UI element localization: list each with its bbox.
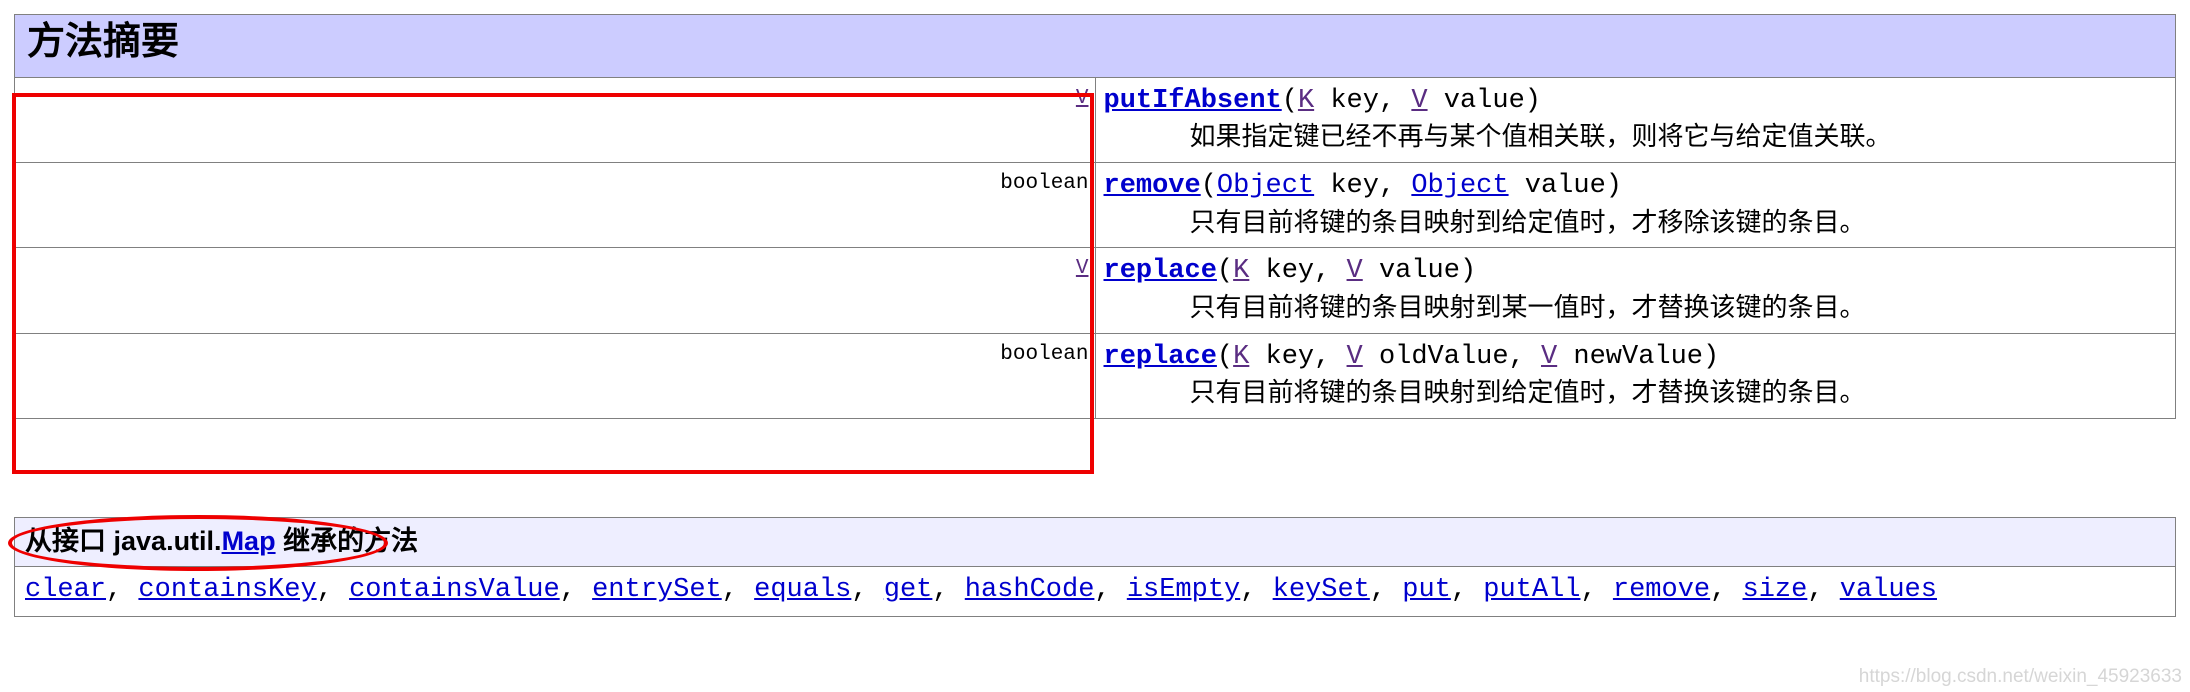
method-description: 只有目前将键的条目映射到某一值时，才替换该键的条目。 [1189, 291, 1866, 322]
inherited-header-suffix: 继承的方法 [275, 526, 419, 556]
inherited-method-link[interactable]: containsValue [349, 575, 560, 605]
inherited-header-map-link[interactable]: Map [222, 526, 276, 556]
param-type-link[interactable]: Object [1217, 171, 1314, 201]
method-return-type-cell: boolean [15, 162, 1096, 249]
method-signature-cell: remove(Object key, Object value) 只有目前将键的条… [1095, 162, 2175, 249]
signature-text: ( [1200, 171, 1217, 202]
method-name-link[interactable]: replace [1104, 256, 1217, 286]
method-signature-cell: replace(K key, V oldValue, V newValue) 只有… [1095, 333, 2175, 418]
list-separator: , [1710, 575, 1743, 606]
method-description: 只有目前将键的条目映射到给定值时，才替换该键的条目。 [1189, 377, 1866, 408]
generic-param-link[interactable]: V [1347, 342, 1363, 372]
signature-text: ( [1216, 256, 1234, 287]
inherited-header-package: java.util. [113, 526, 222, 556]
inherited-method-link[interactable]: entrySet [592, 575, 722, 605]
signature-text: value) [1362, 256, 1477, 287]
method-signature-line: replace(K key, V oldValue, V newValue) [1104, 340, 2170, 375]
list-separator: , [851, 575, 884, 606]
method-description: 如果指定键已经不再与某个值相关联，则将它与给定值关联。 [1189, 121, 1892, 152]
generic-param-link[interactable]: V [1347, 256, 1363, 286]
return-type-link[interactable]: V [1076, 87, 1089, 110]
generic-param-link[interactable]: V [1541, 342, 1557, 372]
signature-text: value) [1508, 171, 1622, 202]
list-separator: , [559, 575, 593, 606]
method-signature-cell: replace(K key, V value) 只有目前将键的条目映射到某一值时，… [1095, 247, 2175, 334]
method-signature-line: replace(K key, V value) [1104, 254, 2170, 289]
list-separator: , [932, 575, 965, 606]
method-summary-row: VputIfAbsent(K key, V value) 如果指定键已经不再与某个… [15, 77, 2175, 164]
list-separator: , [316, 575, 350, 606]
list-separator: , [106, 575, 139, 606]
inherited-methods-block: 从接口 java.util.Map 继承的方法 clear, containsK… [14, 517, 2176, 617]
method-name-link[interactable]: putIfAbsent [1104, 86, 1282, 116]
inherited-method-link[interactable]: get [884, 575, 933, 605]
method-return-type-cell: V [15, 77, 1096, 164]
list-separator: , [1807, 575, 1840, 606]
inherited-method-link[interactable]: put [1402, 575, 1451, 605]
method-summary-header-cell: 方法摘要 [15, 15, 2175, 78]
signature-text: key, [1249, 341, 1347, 372]
inherited-methods-header: 从接口 java.util.Map 继承的方法 [15, 518, 2175, 568]
generic-param-link[interactable]: K [1233, 256, 1249, 286]
method-summary-row: Vreplace(K key, V value) 只有目前将键的条目映射到某一值时… [15, 247, 2175, 334]
inherited-methods-list: clear, containsKey, containsValue, entry… [15, 567, 2175, 616]
method-name-link[interactable]: replace [1104, 342, 1217, 372]
list-separator: , [1450, 575, 1484, 606]
method-signature-line: remove(Object key, Object value) [1104, 169, 2170, 204]
return-type-text: boolean [1000, 172, 1089, 196]
list-separator: , [1094, 575, 1127, 606]
method-summary-row: boolean remove(Object key, Object value) 只… [15, 162, 2175, 249]
list-separator: , [721, 575, 755, 606]
method-summary-header-row: 方法摘要 [15, 15, 2175, 78]
return-type-link[interactable]: V [1076, 257, 1089, 280]
generic-param-link[interactable]: K [1233, 342, 1249, 372]
signature-text: value) [1427, 85, 1541, 116]
method-summary-title: 方法摘要 [27, 21, 180, 63]
method-summary-row: boolean replace(K key, V oldValue, V newV… [15, 333, 2175, 419]
method-return-type-cell: boolean [15, 333, 1096, 419]
inherited-header-prefix: 从接口 [25, 526, 114, 556]
signature-text: key, [1314, 85, 1412, 116]
param-type-link[interactable]: Object [1411, 171, 1508, 201]
method-summary-body: 方法摘要 VputIfAbsent(K key, V value) 如果指定键已经… [15, 15, 2175, 419]
list-separator: , [1580, 575, 1613, 606]
signature-text: oldValue, [1362, 341, 1541, 372]
method-signature-line: putIfAbsent(K key, V value) [1104, 84, 2170, 119]
list-separator: , [1369, 575, 1403, 606]
inherited-method-link[interactable]: equals [754, 575, 851, 605]
javadoc-page: 方法摘要 VputIfAbsent(K key, V value) 如果指定键已经… [0, 0, 2190, 692]
inherited-method-link[interactable]: isEmpty [1127, 575, 1240, 605]
method-summary-grid: 方法摘要 VputIfAbsent(K key, V value) 如果指定键已经… [15, 15, 2175, 419]
inherited-method-link[interactable]: keySet [1273, 575, 1370, 605]
return-type-text: boolean [1000, 342, 1089, 366]
inherited-method-link[interactable]: values [1840, 575, 1937, 605]
method-name-link[interactable]: remove [1104, 171, 1201, 201]
watermark-text: https://blog.csdn.net/weixin_45923633 [1858, 666, 2182, 687]
inherited-method-link[interactable]: containsKey [138, 575, 316, 605]
list-separator: , [1240, 575, 1273, 606]
method-summary-table: 方法摘要 VputIfAbsent(K key, V value) 如果指定键已经… [14, 14, 2176, 420]
signature-text: ( [1281, 85, 1298, 116]
method-signature-cell: putIfAbsent(K key, V value) 如果指定键已经不再与某个值… [1095, 77, 2175, 164]
inherited-method-link[interactable]: remove [1613, 575, 1710, 605]
generic-param-link[interactable]: K [1298, 86, 1314, 116]
inherited-method-link[interactable]: size [1743, 575, 1808, 605]
method-description: 只有目前将键的条目映射到给定值时，才移除该键的条目。 [1189, 206, 1866, 237]
signature-text: key, [1249, 256, 1347, 287]
method-return-type-cell: V [15, 247, 1096, 334]
inherited-method-link[interactable]: clear [25, 575, 106, 605]
generic-param-link[interactable]: V [1411, 86, 1427, 116]
signature-text: ( [1216, 341, 1234, 372]
inherited-method-link[interactable]: hashCode [965, 575, 1095, 605]
signature-text: newValue) [1557, 341, 1720, 372]
inherited-method-link[interactable]: putAll [1483, 575, 1580, 605]
signature-text: key, [1314, 171, 1412, 202]
